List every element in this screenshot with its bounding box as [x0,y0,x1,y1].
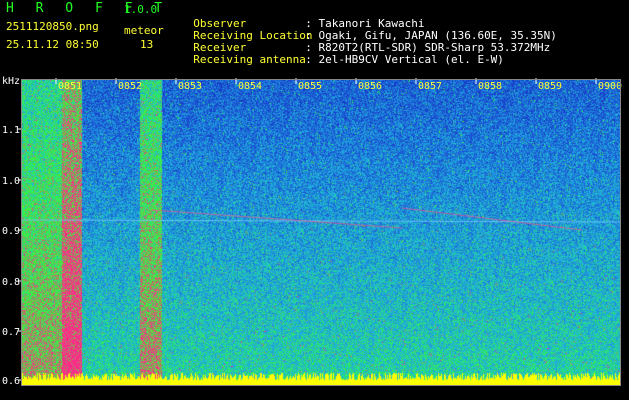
spectrogram-plot [22,80,621,386]
spectrogram-canvas [22,80,621,386]
info-row-antenna: Receiving antenna: 2el-HB9CV Vertical (e… [180,40,504,66]
info-separator: : [305,53,319,66]
y-tick-label: 1.1 [2,125,20,136]
y-tick-label: 1.0 [2,176,20,187]
meteor-count: 13 [140,38,154,51]
filename-label: 2511120850.png [6,20,99,33]
app-version: 1.0.0 [124,3,158,16]
y-tick-label: 0.7 [2,327,20,338]
info-value: 2el-HB9CV Vertical (el. E-W) [318,53,504,66]
y-axis-unit-label: kHz [2,76,20,87]
datetime-label: 25.11.12 08:50 [6,38,99,51]
meteor-label: meteor [124,24,164,37]
y-tick-label: 0.9 [2,226,20,237]
y-tick-label: 0.8 [2,277,20,288]
y-tick-label: 0.6 [2,376,20,387]
info-label: Receiving antenna [193,53,306,66]
